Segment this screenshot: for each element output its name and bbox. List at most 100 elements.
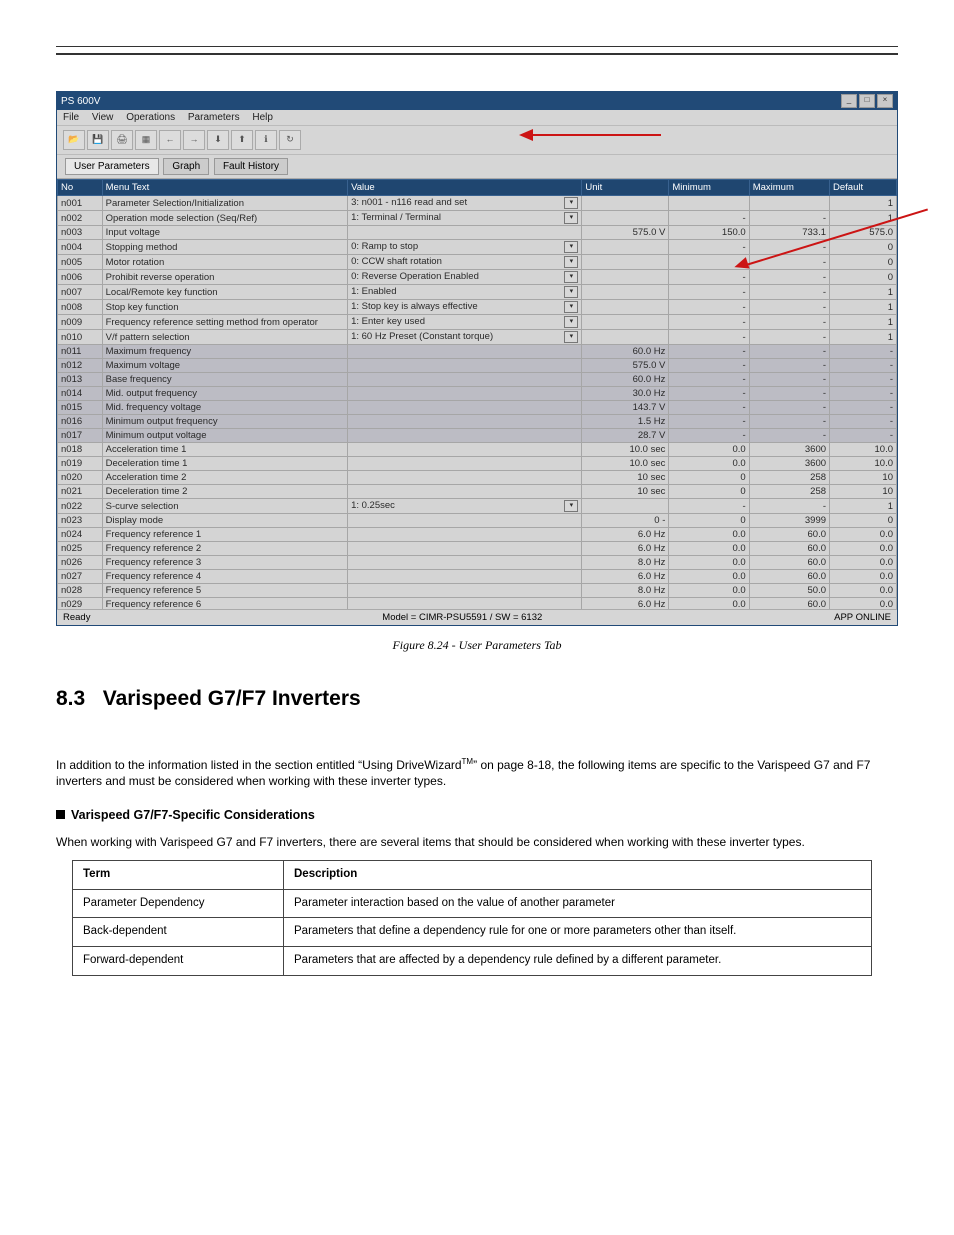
grid-cell: n008	[58, 300, 103, 315]
table-row[interactable]: n014Mid. output frequency30.0 Hz---	[58, 387, 897, 401]
grid-cell[interactable]	[348, 373, 582, 387]
close-button[interactable]: ×	[877, 94, 893, 108]
grid-cell[interactable]	[348, 570, 582, 584]
dropdown-icon[interactable]: ▾	[564, 241, 578, 253]
grid-cell[interactable]	[348, 584, 582, 598]
table-row[interactable]: n005Motor rotation0: CCW shaft rotation▾…	[58, 255, 897, 270]
grid-cell[interactable]: 1: 60 Hz Preset (Constant torque)▾	[348, 330, 582, 345]
grid-cell[interactable]	[348, 401, 582, 415]
table-row[interactable]: n020Acceleration time 210 sec025810	[58, 471, 897, 485]
considerations-paragraph: When working with Varispeed G7 and F7 in…	[56, 834, 898, 850]
grid-cell: -	[830, 401, 897, 415]
table-row[interactable]: n016Minimum output frequency1.5 Hz---	[58, 415, 897, 429]
grid-cell[interactable]	[348, 457, 582, 471]
toolbar-grid-icon[interactable]: ▦	[135, 130, 157, 150]
table-row[interactable]: n026Frequency reference 38.0 Hz0.060.00.…	[58, 556, 897, 570]
grid-cell[interactable]	[348, 359, 582, 373]
grid-cell: 0	[830, 255, 897, 270]
table-row[interactable]: n021Deceleration time 210 sec025810	[58, 485, 897, 499]
grid-cell[interactable]: 0: Reverse Operation Enabled▾	[348, 270, 582, 285]
dropdown-icon[interactable]: ▾	[564, 316, 578, 328]
table-row[interactable]: n025Frequency reference 26.0 Hz0.060.00.…	[58, 542, 897, 556]
table-row[interactable]: n019Deceleration time 110.0 sec0.0360010…	[58, 457, 897, 471]
grid-cell[interactable]	[348, 226, 582, 240]
grid-cell: -	[669, 300, 749, 315]
dropdown-icon[interactable]: ▾	[564, 197, 578, 209]
menu-file[interactable]: File	[63, 112, 79, 123]
tab-fault-history[interactable]: Fault History	[214, 158, 288, 175]
grid-cell[interactable]	[348, 415, 582, 429]
table-row[interactable]: n023Display mode0 -039990	[58, 514, 897, 528]
tab-user-parameters[interactable]: User Parameters	[65, 158, 159, 175]
table-row[interactable]: n024Frequency reference 16.0 Hz0.060.00.…	[58, 528, 897, 542]
section-number: 8.3	[56, 687, 85, 710]
toolbar-upload-icon[interactable]: ⬆	[231, 130, 253, 150]
toolbar-info-icon[interactable]: ℹ	[255, 130, 277, 150]
grid-cell[interactable]	[348, 429, 582, 443]
grid-cell: -	[669, 373, 749, 387]
table-row[interactable]: n009Frequency reference setting method f…	[58, 315, 897, 330]
grid-cell: Parameter Selection/Initialization	[102, 196, 347, 211]
table-row[interactable]: n010V/f pattern selection1: 60 Hz Preset…	[58, 330, 897, 345]
grid-cell[interactable]	[348, 598, 582, 610]
dropdown-icon[interactable]: ▾	[564, 500, 578, 512]
table-row[interactable]: n017Minimum output voltage28.7 V---	[58, 429, 897, 443]
table-row[interactable]: n022S-curve selection1: 0.25sec▾--1	[58, 499, 897, 514]
table-row[interactable]: n001Parameter Selection/Initialization3:…	[58, 196, 897, 211]
table-row[interactable]: n012Maximum voltage575.0 V---	[58, 359, 897, 373]
menu-operations[interactable]: Operations	[126, 112, 175, 123]
grid-cell[interactable]: 1: Enter key used▾	[348, 315, 582, 330]
grid-cell[interactable]	[348, 387, 582, 401]
grid-cell[interactable]	[348, 443, 582, 457]
toolbar-open-icon[interactable]: 📂	[63, 130, 85, 150]
table-row[interactable]: n029Frequency reference 66.0 Hz0.060.00.…	[58, 598, 897, 610]
dropdown-icon[interactable]: ▾	[564, 212, 578, 224]
table-row[interactable]: n004Stopping method0: Ramp to stop▾--0	[58, 240, 897, 255]
table-row[interactable]: n006Prohibit reverse operation0: Reverse…	[58, 270, 897, 285]
grid-cell[interactable]	[348, 528, 582, 542]
menu-view[interactable]: View	[92, 112, 114, 123]
grid-cell[interactable]: 0: Ramp to stop▾	[348, 240, 582, 255]
table-row[interactable]: n002Operation mode selection (Seq/Ref)1:…	[58, 211, 897, 226]
minimize-button[interactable]: _	[841, 94, 857, 108]
grid-cell[interactable]	[348, 556, 582, 570]
grid-cell[interactable]	[348, 471, 582, 485]
grid-cell[interactable]: 3: n001 - n116 read and set▾	[348, 196, 582, 211]
grid-cell[interactable]: 1: Stop key is always effective▾	[348, 300, 582, 315]
table-row[interactable]: n027Frequency reference 46.0 Hz0.060.00.…	[58, 570, 897, 584]
table-row[interactable]: n028Frequency reference 58.0 Hz0.050.00.…	[58, 584, 897, 598]
toolbar-download-icon[interactable]: ⬇	[207, 130, 229, 150]
grid-cell[interactable]: 1: Enabled▾	[348, 285, 582, 300]
dropdown-icon[interactable]: ▾	[564, 256, 578, 268]
dropdown-icon[interactable]: ▾	[564, 301, 578, 313]
dropdown-icon[interactable]: ▾	[564, 271, 578, 283]
table-row[interactable]: n015Mid. frequency voltage143.7 V---	[58, 401, 897, 415]
grid-cell[interactable]	[348, 485, 582, 499]
grid-cell[interactable]: 0: CCW shaft rotation▾	[348, 255, 582, 270]
grid-cell: n016	[58, 415, 103, 429]
menu-parameters[interactable]: Parameters	[188, 112, 240, 123]
toolbar-refresh-icon[interactable]: ↻	[279, 130, 301, 150]
table-row[interactable]: n018Acceleration time 110.0 sec0.0360010…	[58, 443, 897, 457]
dropdown-icon[interactable]: ▾	[564, 331, 578, 343]
toolbar-save-icon[interactable]: 💾	[87, 130, 109, 150]
dropdown-icon[interactable]: ▾	[564, 286, 578, 298]
toolbar-print-icon[interactable]: 🖨	[111, 130, 133, 150]
grid-cell[interactable]	[348, 514, 582, 528]
grid-cell[interactable]: 1: Terminal / Terminal▾	[348, 211, 582, 226]
table-row[interactable]: n007Local/Remote key function1: Enabled▾…	[58, 285, 897, 300]
grid-cell: Acceleration time 2	[102, 471, 347, 485]
table-row[interactable]: n013Base frequency60.0 Hz---	[58, 373, 897, 387]
toolbar-right-icon[interactable]: →	[183, 130, 205, 150]
menu-help[interactable]: Help	[252, 112, 273, 123]
grid-cell[interactable]	[348, 345, 582, 359]
maximize-button[interactable]: □	[859, 94, 875, 108]
grid-cell: Frequency reference 6	[102, 598, 347, 610]
table-row[interactable]: n003Input voltage575.0 V150.0733.1575.0	[58, 226, 897, 240]
tab-graph[interactable]: Graph	[163, 158, 209, 175]
grid-cell[interactable]: 1: 0.25sec▾	[348, 499, 582, 514]
table-row[interactable]: n011Maximum frequency60.0 Hz---	[58, 345, 897, 359]
toolbar-left-icon[interactable]: ←	[159, 130, 181, 150]
grid-cell[interactable]	[348, 542, 582, 556]
table-row[interactable]: n008Stop key function1: Stop key is alwa…	[58, 300, 897, 315]
